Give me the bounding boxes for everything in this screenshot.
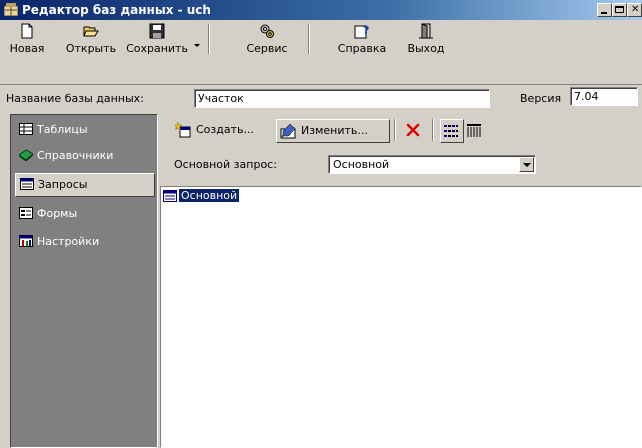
queries-toolbar: Создать... Изменить...: [160, 114, 642, 146]
delete-query-button[interactable]: [402, 119, 426, 141]
sidebar-item-settings[interactable]: Настройки: [15, 231, 153, 253]
create-icon: [175, 122, 191, 138]
main-query-value: Основной: [333, 158, 390, 171]
sidebar-item-label: Настройки: [37, 235, 100, 248]
list-item-label: Основной: [177, 188, 241, 203]
query-icon: [163, 190, 177, 202]
create-query-button[interactable]: Создать...: [172, 119, 270, 141]
table-icon: [19, 123, 33, 135]
close-icon: ✕: [631, 4, 640, 15]
toolbar-separator: [432, 119, 434, 141]
floppy-disk-icon: [149, 23, 165, 39]
list-view-icon: [444, 125, 458, 137]
open-button[interactable]: Открыть: [60, 22, 122, 58]
open-button-label: Открыть: [65, 42, 117, 55]
title-bar: Редактор баз данных - uch ✕: [0, 0, 642, 20]
db-name-value: Участок: [198, 92, 244, 105]
details-view-icon: [467, 124, 481, 137]
sidebar-item-directories[interactable]: Справочники: [15, 145, 153, 167]
exit-button[interactable]: Выход: [396, 22, 456, 58]
query-list[interactable]: Основной: [160, 186, 642, 448]
new-document-icon: [21, 23, 33, 39]
create-query-label: Создать...: [196, 123, 254, 136]
main-query-select[interactable]: Основной: [328, 155, 536, 174]
help-icon: ?: [354, 24, 369, 39]
chevron-down-icon: [194, 44, 200, 47]
delete-x-icon: [406, 123, 420, 137]
sidebar-item-label: Справочники: [37, 149, 114, 162]
save-button-label: Сохранить: [126, 42, 188, 55]
help-button[interactable]: ? Справка: [330, 22, 394, 58]
toolbar-separator: [308, 24, 310, 54]
settings-icon: [19, 235, 33, 247]
edit-query-button[interactable]: Изменить...: [276, 119, 390, 143]
service-button[interactable]: Сервис: [232, 22, 302, 58]
new-button-label: Новая: [9, 42, 45, 55]
sidebar: Таблицы Справочники Запросы Формы Настро…: [10, 114, 158, 448]
minimize-icon: [601, 12, 607, 14]
version-label: Версия: [520, 92, 562, 105]
sidebar-item-label: Таблицы: [37, 123, 88, 136]
chevron-down-icon[interactable]: [519, 157, 534, 172]
close-button[interactable]: ✕: [627, 3, 642, 17]
window-title: Редактор баз данных - uch: [22, 3, 211, 17]
open-folder-icon: [83, 26, 99, 37]
query-icon: [20, 178, 34, 190]
exit-button-label: Выход: [407, 42, 445, 55]
db-name-input[interactable]: Участок: [194, 89, 490, 108]
help-button-label: Справка: [337, 42, 387, 55]
db-name-label: Название базы данных:: [6, 92, 144, 105]
new-button[interactable]: Новая: [4, 22, 50, 58]
book-icon: [19, 149, 33, 161]
minimize-button[interactable]: [597, 3, 612, 17]
maximize-icon: [615, 6, 624, 13]
list-view-button[interactable]: [440, 119, 464, 143]
sidebar-item-queries[interactable]: Запросы: [15, 173, 155, 197]
edit-query-label: Изменить...: [301, 124, 368, 137]
main-toolbar: Новая Открыть Сохранить Сервис ? Справка…: [0, 20, 642, 60]
save-button[interactable]: Сохранить: [124, 22, 190, 58]
sidebar-item-label: Формы: [37, 207, 78, 220]
version-input[interactable]: 7.04: [570, 87, 638, 106]
svg-text:?: ?: [363, 24, 369, 37]
app-icon: [4, 3, 18, 16]
save-dropdown-arrow[interactable]: [194, 30, 200, 47]
maximize-button[interactable]: [612, 3, 627, 17]
form-icon: [19, 207, 33, 219]
sidebar-item-forms[interactable]: Формы: [15, 203, 153, 225]
toolbar-separator: [208, 24, 210, 54]
queries-panel: Создать... Изменить... Основной запрос: …: [160, 114, 642, 448]
main-query-row: Основной запрос: Основной: [160, 152, 642, 180]
sidebar-item-label: Запросы: [38, 178, 88, 191]
edit-icon: [280, 123, 296, 139]
toolbar-separator: [394, 119, 396, 141]
version-value: 7.04: [574, 90, 599, 103]
details-view-button[interactable]: [464, 119, 486, 141]
gears-icon: [260, 24, 274, 38]
sidebar-item-tables[interactable]: Таблицы: [15, 119, 153, 141]
database-info-row: Название базы данных: Участок Версия 7.0…: [0, 84, 642, 112]
main-query-label: Основной запрос:: [174, 158, 277, 171]
service-button-label: Сервис: [246, 42, 288, 55]
exit-door-icon: [419, 23, 433, 39]
